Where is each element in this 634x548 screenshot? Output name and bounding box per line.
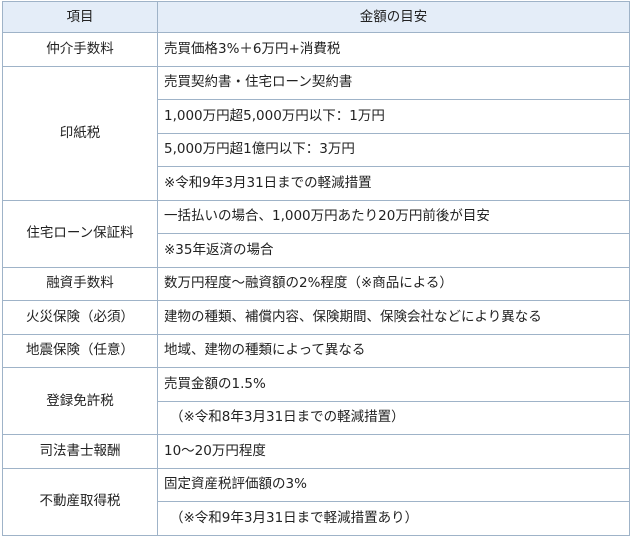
header-item: 項目 xyxy=(2,1,158,33)
row-value: 数万円程度～融資額の2%程度（※商品による） xyxy=(157,266,630,301)
row-value: 5,000万円超1億円以下：3万円 xyxy=(157,132,630,167)
row-value: 売買契約書・住宅ローン契約書 xyxy=(157,65,630,100)
row-value: 地域、建物の種類によって異なる xyxy=(157,333,630,368)
row-value: 一括払いの場合、1,000万円あたり20万円前後が目安 xyxy=(157,199,630,234)
header-value: 金額の目安 xyxy=(157,1,630,33)
row-item: 司法書士報酬 xyxy=(2,434,158,469)
row-item: 火災保険（必須） xyxy=(2,300,158,335)
table-row: 火災保険（必須） 建物の種類、補償内容、保険期間、保険会社などにより異なる xyxy=(2,300,630,335)
row-value: 売買価格3%＋6万円+消費税 xyxy=(157,32,630,67)
row-value: 10～20万円程度 xyxy=(157,434,630,469)
cost-table: 項目 金額の目安 仲介手数料 売買価格3%＋6万円+消費税 印紙税 売買契約書・… xyxy=(2,1,630,536)
table-row: 融資手数料 数万円程度～融資額の2%程度（※商品による） xyxy=(2,266,630,301)
row-item: 融資手数料 xyxy=(2,266,158,301)
row-item: 印紙税 xyxy=(2,65,158,201)
row-value: 固定資産税評価額の3% xyxy=(157,467,630,502)
row-value: 売買金額の1.5% xyxy=(157,367,630,402)
row-value: （※令和9年3月31日まで軽減措置あり） xyxy=(157,501,630,536)
row-value: （※令和8年3月31日までの軽減措置） xyxy=(157,400,630,435)
table-row: 住宅ローン保証料 一括払いの場合、1,000万円あたり20万円前後が目安 xyxy=(2,199,630,268)
row-value: ※令和9年3月31日までの軽減措置 xyxy=(157,166,630,201)
table-row: 地震保険（任意） 地域、建物の種類によって異なる xyxy=(2,333,630,368)
row-item: 登録免許税 xyxy=(2,367,158,435)
row-item: 仲介手数料 xyxy=(2,32,158,67)
row-item: 住宅ローン保証料 xyxy=(2,199,158,268)
table-row: 仲介手数料 売買価格3%＋6万円+消費税 xyxy=(2,32,630,67)
row-item: 不動産取得税 xyxy=(2,467,158,536)
table-row: 印紙税 売買契約書・住宅ローン契約書 xyxy=(2,65,630,201)
row-item: 地震保険（任意） xyxy=(2,333,158,368)
table-row: 登録免許税 売買金額の1.5% xyxy=(2,367,630,435)
table-row: 司法書士報酬 10～20万円程度 xyxy=(2,434,630,469)
row-value: ※35年返済の場合 xyxy=(157,233,630,268)
row-value: 1,000万円超5,000万円以下：1万円 xyxy=(157,99,630,134)
table-header-row: 項目 金額の目安 xyxy=(2,1,630,33)
row-value: 建物の種類、補償内容、保険期間、保険会社などにより異なる xyxy=(157,300,630,335)
table-row: 不動産取得税 固定資産税評価額の3% xyxy=(2,467,630,536)
